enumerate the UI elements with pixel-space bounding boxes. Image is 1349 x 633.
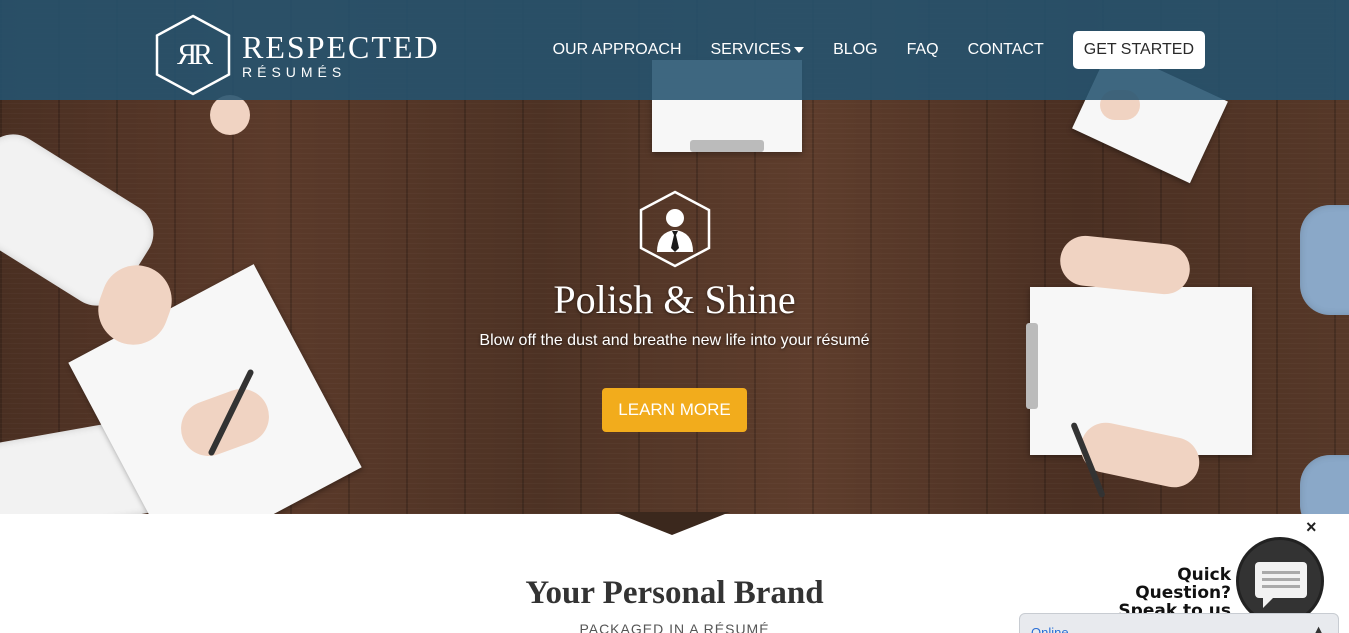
nav-label: BLOG: [833, 41, 878, 58]
businessman-hex-icon: [639, 190, 711, 268]
nav-label: SERVICES: [710, 41, 792, 58]
nav-faq[interactable]: FAQ: [907, 41, 939, 59]
site-logo[interactable]: ЯR RESPECTED RÉSUMÉS: [154, 14, 440, 96]
nav-contact[interactable]: CONTACT: [968, 41, 1044, 59]
logo-monogram: ЯR: [176, 38, 213, 71]
nav-label: CONTACT: [967, 41, 1044, 58]
logo-tagline: RÉSUMÉS: [242, 63, 347, 80]
chat-status-bar[interactable]: Online ▲: [1019, 613, 1339, 633]
chat-bubble-icon[interactable]: [1236, 537, 1324, 625]
nav-our-approach[interactable]: OUR APPROACH: [553, 41, 682, 59]
hero-photo-hand: [210, 95, 250, 135]
main-nav: OUR APPROACH SERVICES BLOG FAQ CONTACT G…: [524, 30, 1205, 70]
section-notch: [614, 512, 730, 535]
learn-more-button[interactable]: LEARN MORE: [602, 388, 747, 432]
get-started-button[interactable]: GET STARTED: [1072, 31, 1205, 69]
logo-name: RESPECTED: [242, 28, 440, 65]
nav-blog[interactable]: BLOG: [833, 41, 877, 59]
hero-subtitle: Blow off the dust and breathe new life i…: [479, 332, 870, 349]
chat-prompt-line1: Quick Question?: [1135, 565, 1231, 603]
hero-photo-sleeve: [1300, 455, 1349, 514]
nav-services[interactable]: SERVICES: [711, 41, 805, 59]
chevron-up-icon: ▲: [1313, 624, 1324, 633]
hero-title: Polish & Shine: [553, 277, 796, 322]
caret-down-icon: [794, 47, 805, 53]
nav-label: FAQ: [906, 41, 939, 58]
hero-content: Polish & Shine Blow off the dust and bre…: [0, 190, 1349, 432]
logo-hexagon-icon: ЯR: [154, 14, 232, 96]
nav-label: OUR APPROACH: [552, 41, 682, 58]
site-header: ЯR RESPECTED RÉSUMÉS OUR APPROACH SERVIC…: [0, 0, 1349, 100]
chat-status-text: Online: [1031, 625, 1069, 633]
close-icon[interactable]: ×: [1306, 517, 1317, 538]
